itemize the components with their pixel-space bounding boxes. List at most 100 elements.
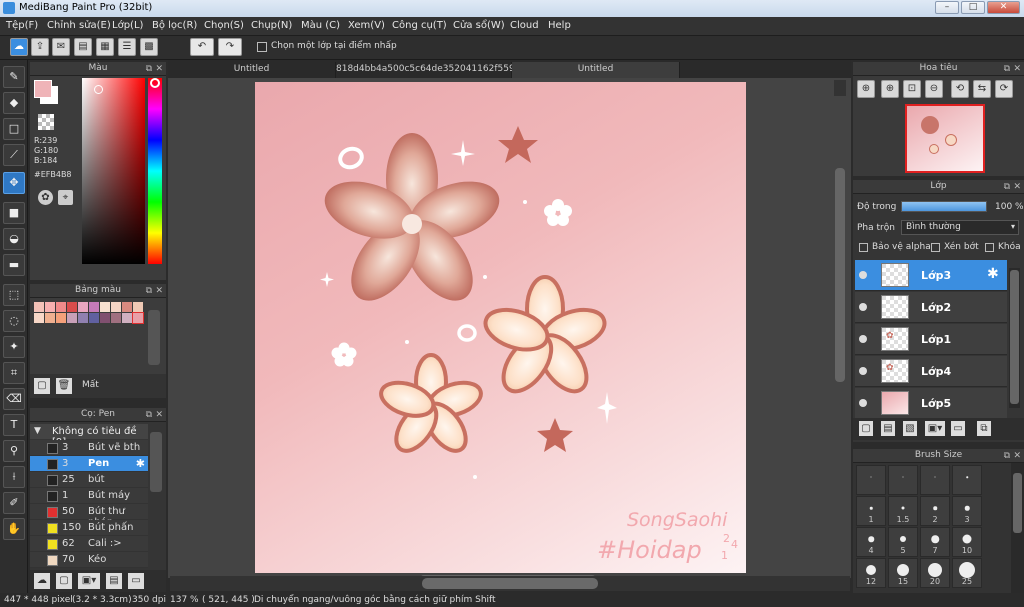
fit-icon[interactable]: ⊡ <box>903 80 921 98</box>
primary-color-swatch[interactable] <box>34 80 52 98</box>
cloud-brush-icon[interactable]: ☁ <box>34 573 50 589</box>
folder-icon[interactable]: ▭ <box>128 573 144 589</box>
saturation-value-picker[interactable] <box>82 78 145 264</box>
palette-swatch[interactable] <box>78 302 88 312</box>
rotate-reset-icon[interactable]: ⟳ <box>995 80 1013 98</box>
add-layer-menu-icon[interactable]: ▣▾ <box>925 421 945 436</box>
flip-icon[interactable]: ⇆ <box>973 80 991 98</box>
brush-size-cell[interactable]: 12 <box>856 558 886 588</box>
brush-scrollbar[interactable] <box>150 432 162 492</box>
scroll-up-arrow[interactable] <box>834 80 846 96</box>
palette-swatch[interactable] <box>89 313 99 323</box>
brush-item[interactable]: 150 Bút phấn <box>30 520 148 536</box>
dot-tool-icon[interactable]: ⟋ <box>3 144 25 166</box>
blend-mode-select[interactable]: Bình thường ▾ <box>901 220 1019 235</box>
zoom-fit-icon[interactable]: ⊕ <box>857 80 875 98</box>
move-tool-icon[interactable]: ✥ <box>3 172 25 194</box>
eraser-tool-icon[interactable]: ◆ <box>3 92 25 114</box>
menu-cloud[interactable]: Cloud <box>510 20 539 31</box>
undock-icon[interactable]: ⧉ <box>146 63 152 76</box>
brush-size-scrollbar[interactable] <box>1011 463 1024 593</box>
close-button[interactable]: ✕ <box>987 1 1020 14</box>
brush-item[interactable]: 3 Pen ✱ <box>30 456 148 472</box>
menu-capture[interactable]: Chụp(N) <box>251 20 292 31</box>
brush-size-cell[interactable] <box>856 465 886 495</box>
close-icon[interactable]: ✕ <box>1013 181 1021 194</box>
brush-size-cell[interactable]: 1 <box>856 496 886 526</box>
brush-item[interactable]: 1 Bút máy <box>30 488 148 504</box>
brush-size-cell[interactable]: 10 <box>952 527 982 557</box>
new-brush-icon[interactable]: ▢ <box>56 573 72 589</box>
tab-image-file[interactable]: 818d4bb4a500c5c64de352041162f559.jpg <box>336 62 531 78</box>
share-icon[interactable]: ⇪ <box>31 38 49 56</box>
drawing-canvas[interactable]: SongSaohi #Hoidap 2 4 1 <box>255 82 746 573</box>
palette-swatch[interactable] <box>111 313 121 323</box>
brush-size-cell[interactable]: 5 <box>888 527 918 557</box>
menu-view[interactable]: Xem(V) <box>348 20 385 31</box>
layer-row[interactable]: Lớp3 ✱ <box>855 260 1007 291</box>
palette-swatch[interactable] <box>100 302 110 312</box>
brush-size-cell[interactable] <box>920 465 950 495</box>
undock-icon[interactable]: ⧉ <box>146 409 152 422</box>
undock-icon[interactable]: ⧉ <box>146 285 152 298</box>
palette-swatch[interactable] <box>122 302 132 312</box>
text-tool-icon[interactable]: T <box>3 414 25 436</box>
palette-swatch[interactable] <box>132 312 144 324</box>
palette-swatch[interactable] <box>133 302 143 312</box>
opacity-slider[interactable] <box>901 201 987 212</box>
palette-swatch[interactable] <box>45 302 55 312</box>
gear-icon[interactable]: ✱ <box>136 457 145 470</box>
palette-swatch[interactable] <box>45 313 55 323</box>
transparent-color[interactable] <box>38 114 54 130</box>
brush-size-cell[interactable] <box>888 465 918 495</box>
palette-swatch[interactable] <box>56 302 66 312</box>
palette-swatch[interactable] <box>111 302 121 312</box>
tab-untitled-2[interactable]: Untitled <box>512 62 680 78</box>
minimize-button[interactable]: – <box>935 1 959 14</box>
brush-size-cell[interactable]: 20 <box>920 558 950 588</box>
tab-untitled-1[interactable]: Untitled <box>168 62 336 78</box>
brush-size-cell[interactable]: 1.5 <box>888 496 918 526</box>
layer-row[interactable]: ✿ Lớp1 <box>855 324 1007 355</box>
collapse-icon[interactable]: ▼ <box>34 426 41 436</box>
eye-icon[interactable] <box>859 335 867 343</box>
merge-layer-icon[interactable]: ⧉ <box>977 421 991 436</box>
brush-item[interactable]: 50Bút thư pháp <box>30 504 148 528</box>
brush-size-scroll-thumb[interactable] <box>1013 473 1022 533</box>
vertical-scrollbar-thumb[interactable] <box>835 168 845 382</box>
hand-tool-icon[interactable]: ✋ <box>3 518 25 540</box>
duplicate-layer-icon[interactable]: ▧ <box>903 421 917 436</box>
eye-icon[interactable] <box>859 271 867 279</box>
brush-size-cell[interactable]: 7 <box>920 527 950 557</box>
navigator-thumbnail[interactable] <box>905 104 985 173</box>
palette-swatch[interactable] <box>67 313 77 323</box>
menu-tools[interactable]: Công cụ(T) <box>392 20 447 31</box>
magic-wand-tool-icon[interactable]: ✦ <box>3 336 25 358</box>
palette-scrollbar[interactable] <box>148 310 160 365</box>
grid-icon[interactable]: ▩ <box>140 38 158 56</box>
layer-scrollbar[interactable] <box>1009 268 1020 408</box>
trash-icon[interactable]: 🗑 <box>56 378 72 394</box>
brush-item[interactable]: 62 Cali :> <box>30 536 148 552</box>
brush-item[interactable]: 70 Kéo <box>30 552 148 568</box>
speech-bubble-icon[interactable]: ▤ <box>74 38 92 56</box>
maximize-button[interactable]: □ <box>961 1 985 14</box>
eye-icon[interactable] <box>859 303 867 311</box>
layer-scroll-thumb[interactable] <box>1010 270 1019 404</box>
lock-checkbox[interactable] <box>985 243 994 252</box>
select-layer-checkbox[interactable] <box>257 42 267 52</box>
undock-icon[interactable]: ⧉ <box>1004 181 1010 194</box>
menu-file[interactable]: Tệp(F) <box>6 20 38 31</box>
new-halftone-layer-icon[interactable]: ▤ <box>881 421 895 436</box>
hue-slider[interactable] <box>148 78 162 264</box>
close-icon[interactable]: ✕ <box>1013 63 1021 76</box>
palette-swatch[interactable] <box>100 313 110 323</box>
gear-icon[interactable]: ✱ <box>987 266 999 282</box>
eye-icon[interactable] <box>859 367 867 375</box>
panel-tool-icon[interactable]: ⚲ <box>3 440 25 462</box>
menu-layer[interactable]: Lớp(L) <box>112 20 143 31</box>
palette-swatch[interactable] <box>56 313 66 323</box>
menu-window[interactable]: Cửa sổ(W) <box>453 20 505 31</box>
brush-item[interactable]: 25 bút <box>30 472 148 488</box>
protect-alpha-checkbox[interactable] <box>859 243 868 252</box>
